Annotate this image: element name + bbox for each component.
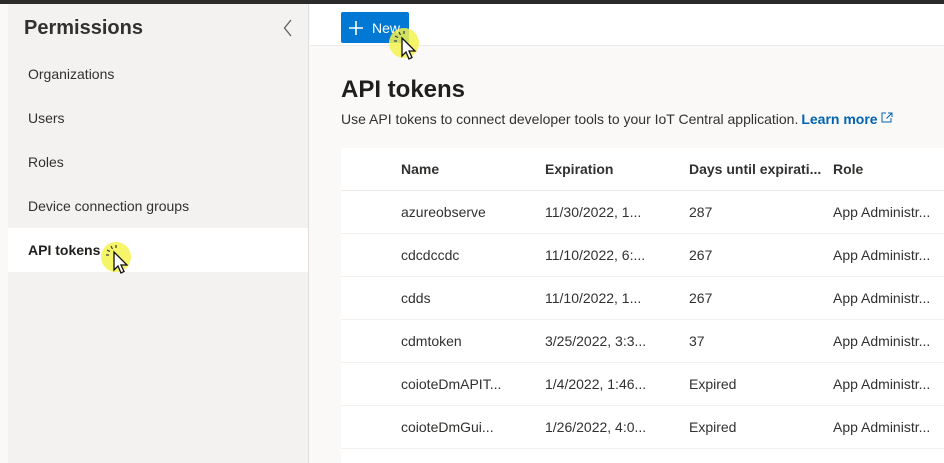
cell-days: Expired <box>689 419 737 435</box>
new-button-label: New <box>372 19 401 36</box>
cell-name: coioteDmGui... <box>401 419 494 435</box>
table-row[interactable]: cdds 11/10/2022, 1... 267 App Administr.… <box>341 277 944 320</box>
cell-expiration: 11/10/2022, 1... <box>545 290 642 306</box>
cell-expiration: 3/25/2022, 3:3... <box>545 333 647 349</box>
cell-role: App Administr... <box>833 290 931 306</box>
column-header-name[interactable]: Name <box>401 161 539 177</box>
cell-role: App Administr... <box>833 419 931 435</box>
cell-days: Expired <box>689 376 737 392</box>
description-text: Use API tokens to connect developer tool… <box>341 111 799 127</box>
column-header-days-until-expiration[interactable]: Days until expirati... <box>689 161 827 177</box>
cell-days: 267 <box>689 290 713 306</box>
cell-expiration: 11/10/2022, 6:... <box>545 247 646 263</box>
table-row[interactable]: azureobserve 11/30/2022, 1... 287 App Ad… <box>341 191 944 234</box>
api-tokens-table: Name Expiration Days until expirati... R… <box>341 148 944 463</box>
cell-name: cdmtoken <box>401 333 462 349</box>
sidebar-item-device-connection-groups[interactable]: Device connection groups <box>8 184 308 228</box>
table-row[interactable]: cdcdccdc 11/10/2022, 6:... 267 App Admin… <box>341 234 944 277</box>
sidebar-title: Permissions <box>24 16 143 39</box>
cell-name: azureobserve <box>401 204 486 220</box>
sidebar-item-organizations[interactable]: Organizations <box>8 52 308 96</box>
plus-icon <box>348 20 364 36</box>
page-title: API tokens <box>341 76 466 103</box>
sidebar-item-api-tokens[interactable]: API tokens <box>8 228 308 272</box>
cell-name: cdds <box>401 290 431 306</box>
cell-days: 287 <box>689 204 713 220</box>
cell-role: App Administr... <box>833 204 931 220</box>
main-content: New API tokens Use API tokens to connect… <box>310 4 944 463</box>
sidebar-item-label: API tokens <box>28 242 101 258</box>
external-link-icon <box>881 110 893 126</box>
sidebar-item-label: Roles <box>28 154 64 170</box>
cell-expiration: 1/26/2022, 4:0... <box>545 419 647 435</box>
page-description: Use API tokens to connect developer tool… <box>341 110 893 127</box>
sidebar-item-users[interactable]: Users <box>8 96 308 140</box>
cell-expiration: 11/30/2022, 1... <box>545 204 642 220</box>
permissions-sidebar: Permissions Organizations Users Roles De… <box>8 4 309 463</box>
table-row[interactable]: coioteDmAPIT... 1/4/2022, 1:46... Expire… <box>341 363 944 406</box>
cell-name: coioteDmAPIT... <box>401 376 502 392</box>
cell-days: 267 <box>689 247 713 263</box>
table-header: Name Expiration Days until expirati... R… <box>341 148 944 191</box>
cell-days: 37 <box>689 333 705 349</box>
sidebar-item-label: Device connection groups <box>28 198 190 214</box>
column-header-expiration[interactable]: Expiration <box>545 161 683 177</box>
cell-role: App Administr... <box>833 247 931 263</box>
sidebar-item-label: Organizations <box>28 66 115 82</box>
sidebar-header: Permissions <box>8 4 308 52</box>
command-bar: New <box>310 4 944 46</box>
sidebar-item-roles[interactable]: Roles <box>8 140 308 184</box>
cell-role: App Administr... <box>833 376 931 392</box>
collapse-chevron-icon[interactable] <box>280 18 296 38</box>
table-row[interactable]: coioteDmGui... 1/26/2022, 4:0... Expired… <box>341 406 944 449</box>
cell-expiration: 1/4/2022, 1:46... <box>545 376 647 392</box>
cell-role: App Administr... <box>833 333 931 349</box>
column-header-role[interactable]: Role <box>833 161 944 177</box>
sidebar-item-label: Users <box>28 110 65 126</box>
cell-name: cdcdccdc <box>401 247 460 263</box>
learn-more-label: Learn more <box>801 111 878 127</box>
learn-more-link[interactable]: Learn more <box>801 110 893 127</box>
table-row[interactable]: cdmtoken 3/25/2022, 3:3... 37 App Admini… <box>341 320 944 363</box>
new-token-button[interactable]: New <box>341 12 409 43</box>
